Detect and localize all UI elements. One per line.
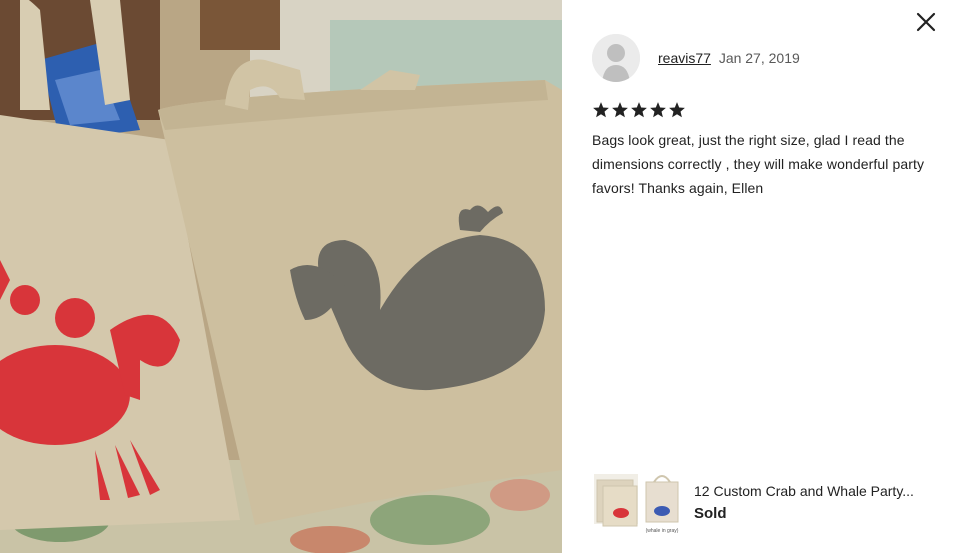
listing-thumbnail[interactable]: (whale in gray) — [594, 468, 686, 536]
listing-title[interactable]: 12 Custom Crab and Whale Party... — [694, 483, 939, 499]
star-rating — [592, 101, 686, 119]
star-icon — [612, 102, 628, 118]
review-photo-illustration — [0, 0, 562, 553]
listing-info: 12 Custom Crab and Whale Party... Sold — [694, 483, 939, 522]
review-panel: reavis77 Jan 27, 2019 Bags look great, j… — [562, 0, 955, 553]
close-icon — [916, 12, 936, 32]
star-icon — [669, 102, 685, 118]
review-text: Bags look great, just the right size, gl… — [592, 132, 925, 196]
review-photo — [0, 0, 562, 553]
review-date: Jan 27, 2019 — [718, 50, 800, 66]
star-icon — [650, 102, 666, 118]
close-button[interactable] — [915, 11, 937, 33]
reviewer-meta: reavis77 Jan 27, 2019 — [658, 50, 800, 66]
star-icon — [593, 102, 609, 118]
thumb-caption: (whale in gray) — [646, 528, 679, 534]
listing-status: Sold — [694, 504, 727, 522]
star-icon — [631, 102, 647, 118]
reviewer-header: reavis77 Jan 27, 2019 — [592, 34, 800, 82]
reviewer-name-link[interactable]: reavis77 — [658, 50, 711, 66]
listing-link[interactable]: (whale in gray) 12 Custom Crab and Whale… — [594, 468, 939, 536]
user-avatar-icon[interactable] — [592, 34, 640, 82]
review-photo-modal: reavis77 Jan 27, 2019 Bags look great, j… — [0, 0, 955, 553]
